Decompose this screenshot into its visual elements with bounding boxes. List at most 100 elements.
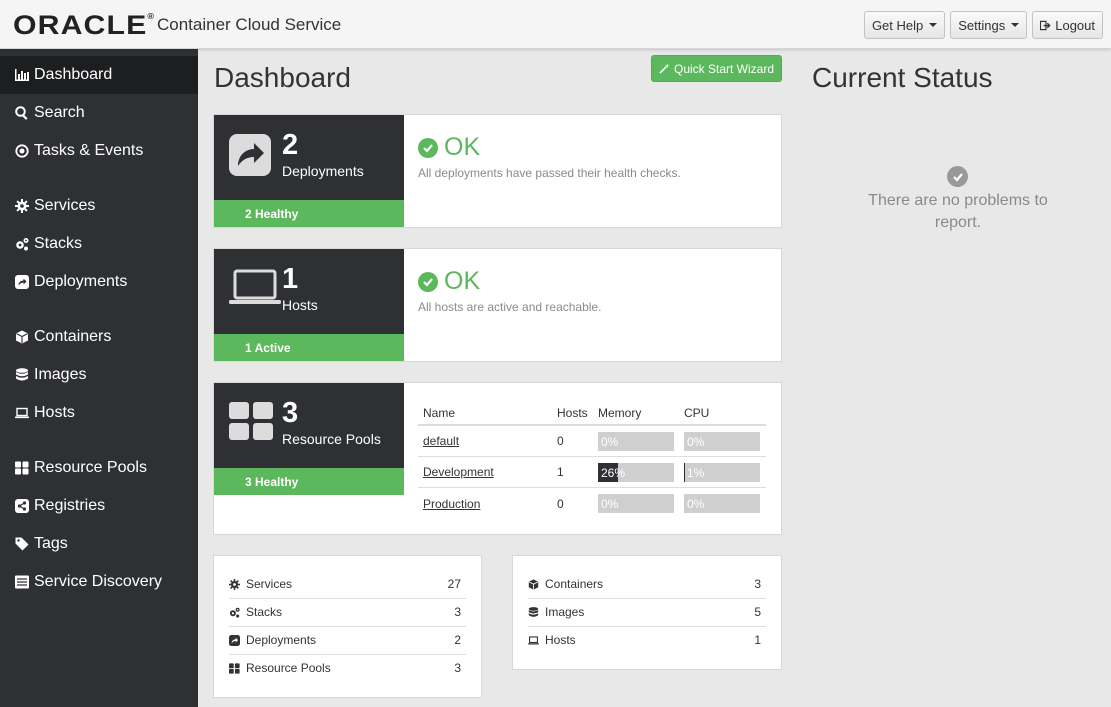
resource-pools-count: 3	[282, 397, 299, 429]
logout-button[interactable]: Logout	[1032, 11, 1103, 39]
sidebar-item-label: Resource Pools	[34, 459, 147, 476]
deployments-label: Deployments	[282, 163, 364, 179]
pool-link[interactable]: Development	[423, 465, 494, 479]
database-icon	[528, 606, 542, 618]
deployments-status-desc: All deployments have passed their health…	[418, 166, 681, 180]
hosts-count: 1	[282, 263, 299, 295]
pool-link[interactable]: Production	[423, 497, 480, 511]
resource-pools-tile[interactable]: 3 Resource Pools 3 Healthy	[214, 383, 404, 495]
laptop-icon	[13, 405, 30, 421]
sidebar-item-deployments[interactable]: Deployments	[0, 263, 198, 301]
deployments-status: OK	[418, 133, 480, 162]
containers-count-row[interactable]: Containers 3	[528, 570, 766, 598]
caret-down-icon	[929, 23, 938, 27]
sidebar-item-label: Containers	[34, 328, 112, 345]
sign-out-icon	[1040, 20, 1051, 30]
bar-chart-icon	[13, 67, 30, 83]
count-label: Containers	[545, 577, 604, 591]
resource-pools-card: 3 Resource Pools 3 Healthy Name Hosts Me…	[213, 382, 782, 535]
current-status-title: Current Status	[812, 62, 993, 93]
sidebar-item-images[interactable]: Images	[0, 356, 198, 394]
images-count-row[interactable]: Images 5	[528, 598, 766, 626]
cpu-progress-bar: 0%	[684, 431, 760, 451]
laptop-icon	[229, 269, 281, 304]
sidebar-item-dashboard[interactable]: Dashboard	[0, 56, 198, 94]
column-header-hosts: Hosts	[557, 405, 588, 420]
count-label: Images	[545, 605, 585, 619]
share-square-icon	[13, 274, 30, 290]
deployments-tile[interactable]: 2 Deployments 2 Healthy	[214, 115, 404, 227]
sidebar-item-containers[interactable]: Containers	[0, 318, 198, 356]
hosts-count-row[interactable]: Hosts 1	[528, 626, 766, 654]
memory-bar-text: 0%	[601, 497, 619, 511]
count-label: Stacks	[246, 605, 283, 619]
count-value: 5	[754, 605, 761, 619]
sidebar-item-label: Search	[34, 104, 85, 121]
laptop-icon	[528, 634, 542, 646]
deployments-count-row[interactable]: Deployments 2	[229, 626, 466, 654]
sidebar-item-registries[interactable]: Registries	[0, 487, 198, 525]
cpu-bar-text: 1%	[687, 465, 705, 480]
gear-icon	[13, 198, 30, 214]
sidebar-item-tags[interactable]: Tags	[0, 525, 198, 563]
quick-start-wizard-button[interactable]: Quick Start Wizard	[651, 55, 782, 82]
column-header-memory: Memory	[598, 405, 642, 420]
table-header: Name Hosts Memory CPU	[418, 401, 766, 426]
app-title: Container Cloud Service	[157, 15, 342, 34]
count-value: 3	[754, 577, 761, 591]
sidebar-item-label: Services	[34, 197, 96, 214]
resource-pools-count-row[interactable]: Resource Pools 3	[229, 654, 466, 682]
get-help-button[interactable]: Get Help	[863, 11, 946, 39]
top-bar: ORACLE® Container Cloud Service Get Help…	[0, 0, 1111, 49]
gear-icon	[229, 578, 243, 590]
status-message: There are no problems to report.	[868, 192, 1048, 231]
settings-button[interactable]: Settings	[950, 11, 1028, 39]
grid-icon	[229, 402, 273, 440]
hosts-tile[interactable]: 1 Hosts 1 Active	[214, 249, 404, 361]
sidebar-item-label: Dashboard	[34, 66, 113, 83]
pool-hosts: 1	[557, 465, 564, 479]
sidebar-item-stacks[interactable]: Stacks	[0, 225, 198, 263]
sidebar: Dashboard Search Tasks & Events Services…	[0, 49, 198, 707]
sidebar-item-resource-pools[interactable]: Resource Pools	[0, 449, 198, 487]
pool-link[interactable]: default	[423, 434, 459, 448]
grid-icon	[13, 460, 30, 476]
logout-label: Logout	[1055, 17, 1095, 33]
hosts-active-badge: 1 Active	[214, 334, 404, 361]
services-count-row[interactable]: Services 27	[229, 570, 466, 598]
sidebar-item-label: Hosts	[34, 404, 75, 421]
sidebar-item-search[interactable]: Search	[0, 94, 198, 132]
cpu-bar-text: 0%	[687, 434, 705, 449]
count-label: Deployments	[246, 633, 317, 647]
sidebar-item-tasks-events[interactable]: Tasks & Events	[0, 132, 198, 170]
stacks-count-row[interactable]: Stacks 3	[229, 598, 466, 626]
cpu-progress-bar: 0%	[684, 494, 760, 513]
sidebar-item-label: Stacks	[34, 235, 83, 252]
sidebar-item-label: Service Discovery	[34, 573, 163, 590]
caret-down-icon	[1011, 23, 1020, 27]
sidebar-item-label: Tags	[34, 535, 68, 552]
hosts-status-desc: All hosts are active and reachable.	[418, 300, 602, 314]
count-label: Hosts	[545, 633, 576, 647]
deployments-count: 2	[282, 129, 299, 161]
count-value: 2	[454, 633, 461, 647]
table-row: Production 0 0% 0%	[418, 488, 766, 519]
sidebar-item-services[interactable]: Services	[0, 187, 198, 225]
deployments-healthy-badge: 2 Healthy	[214, 200, 404, 227]
get-help-label: Get Help	[871, 17, 924, 33]
cpu-bar-fill	[684, 462, 685, 482]
search-icon	[13, 105, 30, 121]
sidebar-item-label: Registries	[34, 497, 106, 514]
count-value: 3	[454, 661, 461, 675]
deployments-status-text: OK	[444, 133, 481, 161]
hosts-card: 1 Hosts 1 Active OK All hosts are active…	[213, 248, 782, 362]
column-header-name: Name	[423, 405, 456, 420]
dot-circle-icon	[13, 143, 30, 159]
sidebar-item-service-discovery[interactable]: Service Discovery	[0, 563, 198, 601]
summary-counts-right: Containers 3 Images 5 Hosts 1	[512, 555, 782, 670]
list-icon	[13, 574, 30, 590]
memory-progress-bar: 0%	[598, 431, 674, 451]
count-value: 1	[754, 633, 761, 647]
sidebar-item-hosts[interactable]: Hosts	[0, 394, 198, 432]
share-alt-icon	[13, 498, 30, 514]
